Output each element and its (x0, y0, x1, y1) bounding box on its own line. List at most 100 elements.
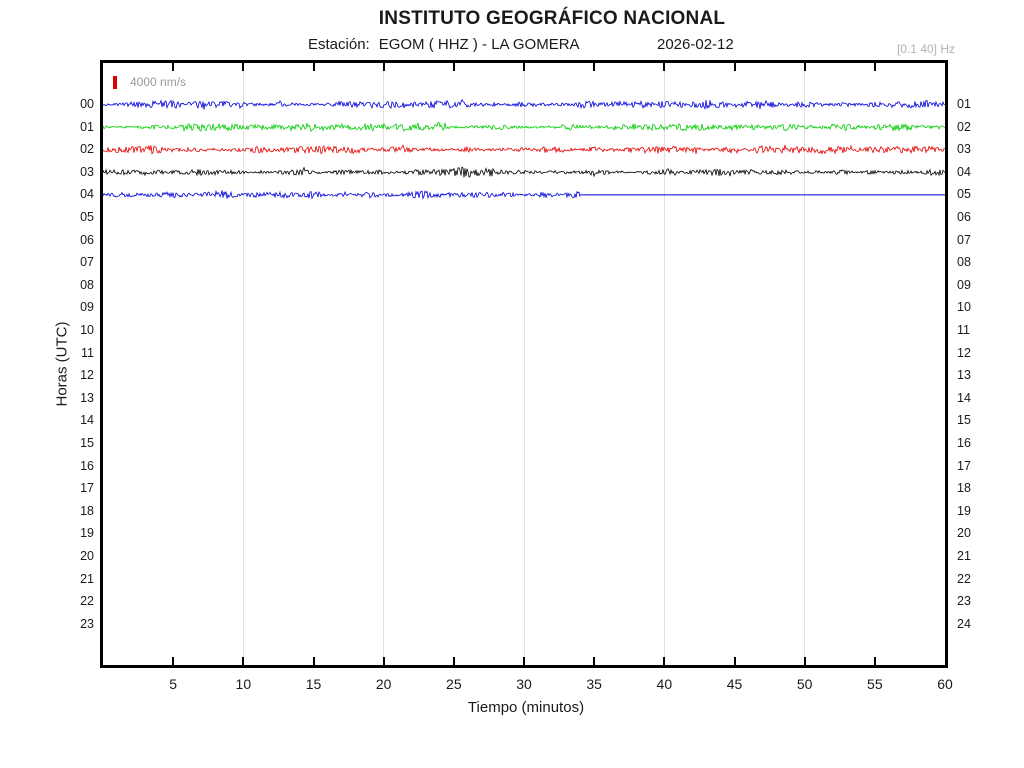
x-tick-bottom-40 (663, 657, 666, 665)
hour-label-right-17: 17 (957, 458, 971, 473)
hour-label-left-17: 17 (80, 481, 94, 496)
hour-label-left-14: 14 (80, 413, 94, 428)
amplitude-scale-legend: 4000 nm/s (113, 75, 186, 89)
hour-label-right-06: 06 (957, 210, 971, 224)
x-tick-label-55: 55 (867, 676, 883, 692)
x-tick-top-40 (663, 63, 666, 71)
hour-label-right-02: 02 (957, 119, 971, 134)
hour-label-left-16: 16 (80, 458, 94, 473)
x-tick-top-25 (452, 63, 455, 71)
page-title: INSTITUTO GEOGRÁFICO NACIONAL (378, 8, 726, 29)
x-tick-label-15: 15 (305, 676, 322, 692)
hour-label-left-21: 21 (80, 571, 94, 586)
hour-label-left-19: 19 (80, 526, 94, 541)
helicorder-page: INSTITUTO GEOGRÁFICO NACIONAL Estación: E… (0, 0, 1024, 768)
x-tick-label-40: 40 (656, 676, 673, 692)
hour-label-right-05: 05 (957, 187, 971, 202)
x-tick-bottom-25 (452, 657, 455, 665)
hour-label-left-13: 13 (80, 390, 94, 405)
seismic-trace-hour-00 (103, 98, 945, 110)
station-line: Estación: EGOM ( HHZ ) - LA GOMERA (308, 36, 580, 53)
hour-label-left-02: 02 (80, 142, 94, 157)
hour-label-left-23: 23 (80, 616, 94, 631)
hour-label-right-14: 14 (957, 390, 971, 405)
seismic-trace-hour-03 (103, 166, 945, 178)
x-tick-top-55 (873, 63, 876, 71)
x-tick-bottom-45 (733, 657, 736, 665)
x-tick-bottom-35 (593, 657, 596, 665)
x-tick-top-35 (593, 63, 596, 71)
hour-label-right-04: 04 (957, 164, 971, 179)
hour-label-left-03: 03 (80, 164, 94, 179)
record-date: 2026-02-12 (657, 36, 734, 53)
scale-label: 4000 nm/s (130, 75, 187, 89)
seismic-trace-hour-02 (103, 144, 945, 155)
hour-label-right-13: 13 (957, 368, 971, 383)
x-tick-bottom-20 (382, 657, 385, 665)
hour-label-right-21: 21 (957, 549, 971, 563)
hour-label-right-18: 18 (957, 481, 971, 496)
hour-label-left-20: 20 (80, 549, 94, 563)
hour-label-right-11: 11 (957, 323, 970, 337)
x-tick-label-25: 25 (446, 676, 462, 692)
hour-label-right-15: 15 (957, 413, 971, 428)
x-tick-top-5 (172, 63, 175, 71)
scale-bar-icon (113, 75, 117, 89)
seismic-traces-canvas (103, 98, 945, 200)
hour-label-right-19: 19 (957, 503, 971, 518)
hour-label-right-16: 16 (957, 436, 971, 450)
x-tick-label-50: 50 (796, 676, 813, 692)
hour-label-left-09: 09 (80, 300, 94, 315)
hour-label-left-00: 00 (80, 97, 94, 111)
seismic-trace-hour-04 (103, 189, 581, 200)
x-tick-bottom-5 (172, 657, 175, 665)
hour-label-right-23: 23 (957, 594, 971, 609)
x-tick-label-30: 30 (516, 676, 532, 692)
plot-inner: 4000 nm/s (103, 63, 945, 665)
plot-area: 4000 nm/s (100, 60, 948, 668)
x-tick-bottom-10 (242, 657, 245, 665)
hour-label-left-11: 11 (81, 345, 94, 360)
hour-label-right-01: 01 (957, 97, 971, 111)
hour-label-right-20: 20 (957, 526, 971, 541)
x-tick-label-5: 5 (169, 676, 178, 692)
x-tick-top-10 (242, 63, 245, 71)
hour-label-left-01: 01 (80, 119, 94, 134)
hour-label-left-12: 12 (80, 368, 94, 383)
x-tick-label-10: 10 (235, 676, 252, 692)
hour-label-right-07: 07 (957, 232, 971, 247)
x-tick-top-15 (312, 63, 315, 71)
hour-label-right-09: 09 (957, 277, 971, 292)
hour-label-left-08: 08 (80, 277, 94, 292)
x-tick-label-20: 20 (375, 676, 392, 692)
hour-label-left-06: 06 (80, 232, 94, 247)
station-value: EGOM ( HHZ ) - LA GOMERA (378, 36, 580, 53)
hour-label-right-24: 24 (957, 616, 971, 631)
x-tick-label-45: 45 (726, 676, 743, 692)
hour-label-right-10: 10 (957, 300, 971, 315)
hour-label-left-07: 07 (80, 255, 94, 270)
x-axis-title: Tiempo (minutos) (467, 699, 585, 716)
seismic-trace-hour-01 (103, 122, 945, 133)
x-tick-bottom-15 (312, 657, 315, 665)
x-tick-bottom-30 (523, 657, 525, 665)
x-tick-top-45 (733, 63, 736, 71)
hour-label-right-08: 08 (957, 255, 971, 270)
hour-label-left-04: 04 (80, 187, 94, 202)
hour-label-left-22: 22 (80, 594, 94, 609)
x-tick-top-30 (523, 63, 525, 71)
station-label: Estación: (308, 36, 370, 53)
hour-label-right-22: 22 (957, 571, 971, 586)
hour-label-right-03: 03 (957, 142, 971, 157)
hour-label-left-10: 10 (80, 323, 94, 337)
hour-label-left-15: 15 (80, 436, 94, 450)
hour-label-left-05: 05 (80, 210, 94, 224)
x-tick-bottom-55 (873, 657, 876, 665)
hour-label-left-18: 18 (80, 503, 94, 518)
x-tick-bottom-50 (803, 657, 806, 665)
hour-label-right-12: 12 (957, 345, 971, 360)
x-tick-top-20 (382, 63, 385, 71)
filter-band-label: [0.1 40] Hz (896, 42, 955, 56)
x-tick-top-50 (803, 63, 806, 71)
x-tick-label-35: 35 (586, 676, 602, 692)
